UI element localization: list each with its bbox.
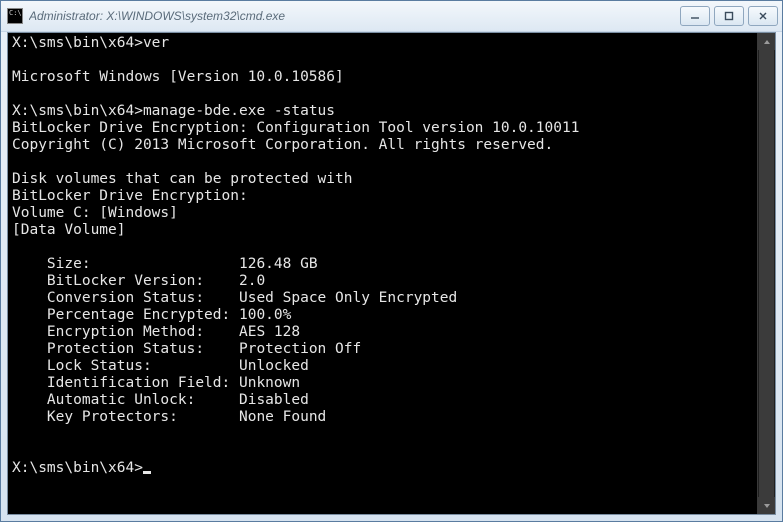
bde-intro-line: BitLocker Drive Encryption: — [12, 188, 248, 204]
minimize-icon — [690, 11, 700, 21]
close-icon — [758, 11, 768, 21]
command-manage-bde: manage-bde.exe -status — [143, 103, 335, 119]
command-ver: ver — [143, 35, 169, 51]
bde-header-line: BitLocker Drive Encryption: Configuratio… — [12, 120, 579, 136]
field-key: Encryption Method: — [47, 324, 204, 340]
cmd-icon — [7, 8, 23, 24]
field-key: Automatic Unlock: — [47, 392, 195, 408]
bde-copyright-line: Copyright (C) 2013 Microsoft Corporation… — [12, 137, 553, 153]
cursor — [143, 471, 151, 474]
window-title: Administrator: X:\WINDOWS\system32\cmd.e… — [29, 9, 680, 23]
maximize-icon — [724, 11, 734, 21]
bde-volume-line: Volume C: [Windows] — [12, 205, 178, 221]
scrollbar-thumb[interactable] — [759, 50, 774, 497]
field-value: Unlocked — [239, 358, 309, 374]
minimize-button[interactable] — [680, 6, 710, 26]
field-value: None Found — [239, 409, 326, 425]
field-value: 100.0% — [239, 307, 291, 323]
field-key: Lock Status: — [47, 358, 152, 374]
ver-output: Microsoft Windows [Version 10.0.10586] — [12, 69, 344, 85]
bde-intro-line: Disk volumes that can be protected with — [12, 171, 352, 187]
terminal-output[interactable]: X:\sms\bin\x64>ver Microsoft Windows [Ve… — [8, 33, 757, 514]
scroll-down-button[interactable] — [758, 497, 775, 514]
field-value: 2.0 — [239, 273, 265, 289]
field-value: Used Space Only Encrypted — [239, 290, 457, 306]
field-key: BitLocker Version: — [47, 273, 204, 289]
terminal-area: X:\sms\bin\x64>ver Microsoft Windows [Ve… — [7, 32, 776, 515]
field-value: Unknown — [239, 375, 300, 391]
field-key: Protection Status: — [47, 341, 204, 357]
field-key: Size: — [47, 256, 91, 272]
scrollbar-track[interactable] — [758, 50, 775, 497]
window-controls — [680, 6, 778, 26]
field-value: 126.48 GB — [239, 256, 318, 272]
field-value: AES 128 — [239, 324, 300, 340]
chevron-down-icon — [763, 502, 771, 510]
prompt: X:\sms\bin\x64> — [12, 103, 143, 119]
chevron-up-icon — [763, 38, 771, 46]
field-key: Percentage Encrypted: — [47, 307, 230, 323]
close-button[interactable] — [748, 6, 778, 26]
prompt: X:\sms\bin\x64> — [12, 460, 143, 476]
prompt: X:\sms\bin\x64> — [12, 35, 143, 51]
maximize-button[interactable] — [714, 6, 744, 26]
field-value: Disabled — [239, 392, 309, 408]
titlebar[interactable]: Administrator: X:\WINDOWS\system32\cmd.e… — [1, 1, 782, 32]
vertical-scrollbar[interactable] — [757, 33, 775, 514]
field-key: Identification Field: — [47, 375, 230, 391]
field-key: Conversion Status: — [47, 290, 204, 306]
field-key: Key Protectors: — [47, 409, 178, 425]
field-value: Protection Off — [239, 341, 361, 357]
bde-volume-type: [Data Volume] — [12, 222, 126, 238]
scroll-up-button[interactable] — [758, 33, 775, 50]
cmd-window: Administrator: X:\WINDOWS\system32\cmd.e… — [0, 0, 783, 522]
